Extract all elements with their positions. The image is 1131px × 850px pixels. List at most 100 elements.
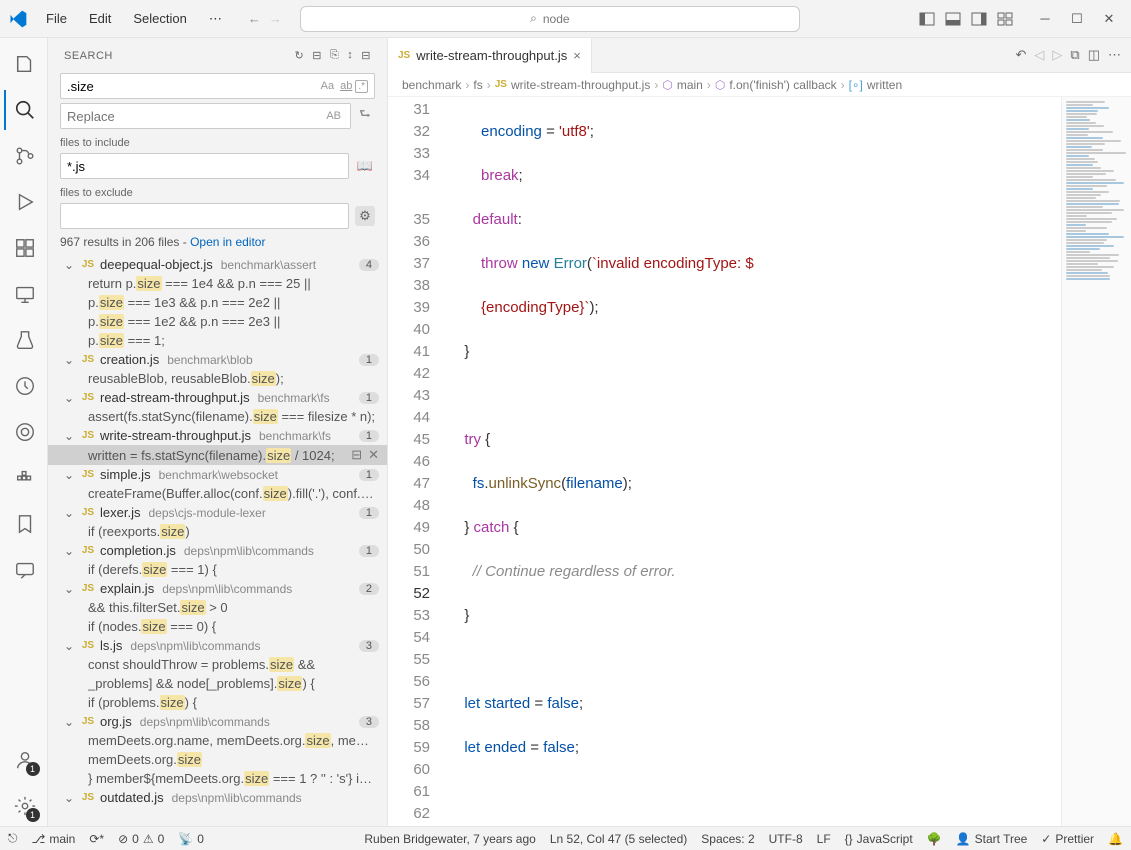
bc-symbol[interactable]: main — [677, 78, 703, 92]
dismiss-icon[interactable]: ⊟ — [351, 447, 362, 463]
file-row[interactable]: ⌄JSorg.jsdeps\npm\lib\commands3 — [48, 712, 387, 731]
remote-indicator[interactable]: ⎋ — [8, 831, 18, 846]
menu-edit[interactable]: Edit — [81, 7, 119, 30]
tree-icon[interactable]: 🌳 — [927, 832, 942, 846]
line-gutter[interactable]: 3132333435363738394041424344454647484950… — [388, 97, 448, 826]
expand-icon[interactable]: ↕ — [347, 49, 353, 62]
ports[interactable]: 📡0 — [178, 832, 204, 846]
eol[interactable]: LF — [817, 832, 831, 846]
match-row[interactable]: } member${memDeets.org.size === 1 ? '' :… — [48, 769, 387, 788]
timeline-icon[interactable] — [4, 366, 44, 406]
match-row[interactable]: && this.filterSet.size > 0 — [48, 598, 387, 617]
source-control-icon[interactable] — [4, 136, 44, 176]
match-row[interactable]: memDeets.org.size — [48, 750, 387, 769]
cursor-position[interactable]: Ln 52, Col 47 (5 selected) — [550, 832, 687, 846]
use-exclude-settings-icon[interactable]: 📖 — [355, 158, 375, 174]
file-row[interactable]: ⌄JSexplain.jsdeps\npm\lib\commands2 — [48, 579, 387, 598]
new-file-icon[interactable]: ⎘ — [330, 49, 339, 62]
more-actions-icon[interactable]: ⋯ — [1108, 47, 1121, 63]
match-row[interactable]: written = fs.statSync(filename).size / 1… — [48, 445, 387, 465]
command-center[interactable]: ⌕ node — [300, 6, 800, 32]
file-row[interactable]: ⌄JScreation.jsbenchmark\blob1 — [48, 350, 387, 369]
results-tree[interactable]: ⌄JSdeepequal-object.jsbenchmark\assert4r… — [48, 255, 387, 826]
include-input[interactable] — [67, 159, 342, 174]
match-row[interactable]: reusableBlob, reusableBlob.size); — [48, 369, 387, 388]
go-back-icon[interactable]: ↶ — [1016, 47, 1027, 63]
file-row[interactable]: ⌄JSdeepequal-object.jsbenchmark\assert4 — [48, 255, 387, 274]
match-row[interactable]: if (derefs.size === 1) { — [48, 560, 387, 579]
encoding[interactable]: UTF-8 — [769, 832, 803, 846]
layout-panel-icon[interactable] — [941, 7, 965, 31]
bc-symbol[interactable]: written — [867, 78, 902, 92]
indentation[interactable]: Spaces: 2 — [701, 832, 754, 846]
file-row[interactable]: ⌄JSoutdated.jsdeps\npm\lib\commands — [48, 788, 387, 807]
layout-sidebar-right-icon[interactable] — [967, 7, 991, 31]
code-content[interactable]: encoding = 'utf8'; break; default: throw… — [448, 97, 1061, 826]
collapse-all-icon[interactable]: ⊟ — [361, 49, 371, 62]
file-row[interactable]: ⌄JSlexer.jsdeps\cjs-module-lexer1 — [48, 503, 387, 522]
match-row[interactable]: const shouldThrow = problems.size && — [48, 655, 387, 674]
refresh-icon[interactable]: ↻ — [295, 49, 305, 62]
match-case-icon[interactable]: Aa — [318, 80, 337, 92]
match-row[interactable]: _problems] && node[_problems].size) { — [48, 674, 387, 693]
compare-icon[interactable]: ⧉ — [1070, 47, 1079, 63]
testing-icon[interactable] — [4, 320, 44, 360]
split-icon[interactable]: ◫ — [1088, 47, 1100, 63]
file-row[interactable]: ⌄JSread-stream-throughput.jsbenchmark\fs… — [48, 388, 387, 407]
file-row[interactable]: ⌄JSwrite-stream-throughput.jsbenchmark\f… — [48, 426, 387, 445]
nav-back-icon[interactable]: ← — [248, 11, 261, 26]
file-row[interactable]: ⌄JSls.jsdeps\npm\lib\commands3 — [48, 636, 387, 655]
match-row[interactable]: return p.size === 1e4 && p.n === 25 || — [48, 274, 387, 293]
open-in-editor-link[interactable]: Open in editor — [190, 235, 265, 249]
git-blame[interactable]: Ruben Bridgewater, 7 years ago — [364, 832, 535, 846]
git-branch[interactable]: ⎇main — [32, 832, 76, 846]
search-icon[interactable] — [4, 90, 44, 130]
notifications-icon[interactable]: 🔔 — [1108, 832, 1123, 846]
file-row[interactable]: ⌄JScompletion.jsdeps\npm\lib\commands1 — [48, 541, 387, 560]
nav-prev-icon[interactable]: ◁ — [1034, 47, 1044, 63]
regex-icon[interactable]: .* — [355, 80, 368, 93]
bc-folder[interactable]: benchmark — [402, 78, 461, 92]
bookmarks-icon[interactable] — [4, 504, 44, 544]
match-row[interactable]: p.size === 1e2 && p.n === 2e3 || — [48, 312, 387, 331]
match-row[interactable]: if (problems.size) { — [48, 693, 387, 712]
file-row[interactable]: ⌄JSsimple.jsbenchmark\websocket1 — [48, 465, 387, 484]
sync-icon[interactable]: ⟳* — [89, 832, 104, 846]
explorer-icon[interactable] — [4, 44, 44, 84]
language-mode[interactable]: {} JavaScript — [845, 832, 913, 846]
bc-symbol[interactable]: f.on('finish') callback — [729, 78, 836, 92]
references-icon[interactable] — [4, 412, 44, 452]
extensions-icon[interactable] — [4, 228, 44, 268]
preserve-case-icon[interactable]: AB — [323, 110, 344, 122]
replace-input[interactable] — [67, 109, 323, 124]
match-row[interactable]: if (nodes.size === 0) { — [48, 617, 387, 636]
match-whole-word-icon[interactable]: ab — [337, 80, 355, 92]
clear-icon[interactable]: ⊟ — [312, 49, 322, 62]
remote-icon[interactable] — [4, 274, 44, 314]
match-row[interactable]: memDeets.org.name, memDeets.org.size, me… — [48, 731, 387, 750]
nav-forward-icon[interactable]: → — [269, 11, 282, 26]
window-maximize[interactable]: ☐ — [1063, 5, 1091, 33]
search-input[interactable] — [67, 79, 318, 94]
minimap[interactable] — [1061, 97, 1131, 826]
nav-next-icon[interactable]: ▷ — [1052, 47, 1062, 63]
exclude-settings-icon[interactable]: ⚙ — [355, 206, 375, 226]
match-row[interactable]: assert(fs.statSync(filename).size === fi… — [48, 407, 387, 426]
editor-tab[interactable]: JS write-stream-throughput.js × — [388, 38, 592, 73]
menu-more[interactable]: ⋯ — [201, 7, 230, 31]
match-row[interactable]: p.size === 1e3 && p.n === 2e2 || — [48, 293, 387, 312]
replace-all-icon[interactable]: ⮑ — [355, 105, 375, 127]
docker-icon[interactable] — [4, 458, 44, 498]
close-icon[interactable]: ✕ — [368, 447, 379, 463]
layout-sidebar-left-icon[interactable] — [915, 7, 939, 31]
problems[interactable]: ⊘0 ⚠0 — [118, 832, 164, 846]
breadcrumbs[interactable]: benchmark› fs› JSwrite-stream-throughput… — [388, 73, 1131, 97]
match-row[interactable]: if (reexports.size) — [48, 522, 387, 541]
layout-customize-icon[interactable] — [993, 7, 1017, 31]
window-close[interactable]: ✕ — [1095, 5, 1123, 33]
bc-folder[interactable]: fs — [473, 78, 482, 92]
settings-icon[interactable]: 1 — [4, 786, 44, 826]
match-row[interactable]: p.size === 1; — [48, 331, 387, 350]
tab-close-icon[interactable]: × — [573, 48, 581, 63]
start-tree[interactable]: 👤 Start Tree — [956, 832, 1028, 846]
